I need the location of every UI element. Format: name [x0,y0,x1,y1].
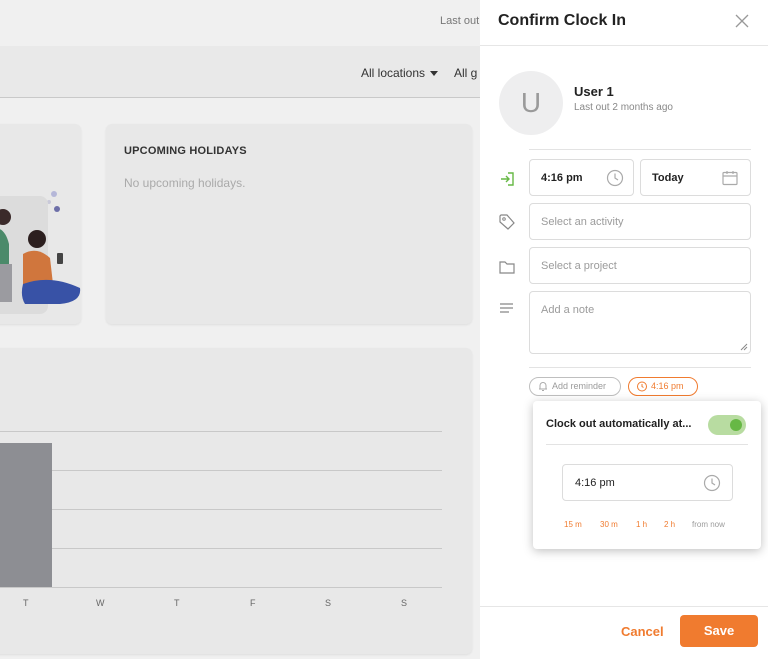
panel-header: Confirm Clock In [480,0,768,46]
toggle-knob [730,419,742,431]
background-app: Last out All locations All g UPCOMING HO… [0,0,480,659]
quick-option-30m[interactable]: 30 m [600,520,618,529]
quick-option-2h[interactable]: 2 h [664,520,675,529]
add-reminder-button[interactable]: Add reminder [529,377,621,396]
holidays-title: UPCOMING HOLIDAYS [124,145,247,157]
chart-day-label: S [401,598,408,608]
bell-icon [539,382,547,391]
project-select[interactable]: Select a project [529,247,751,284]
from-now-label: from now [692,520,725,529]
chart-gridline [0,470,442,471]
chart-gridline [0,548,442,549]
user-name: User 1 [574,84,614,99]
time-field[interactable]: 4:16 pm [529,159,634,196]
project-placeholder: Select a project [541,260,617,272]
auto-clock-out-toggle[interactable] [708,415,746,435]
clock-out-time-value: 4:16 pm [575,477,615,489]
chart-card [0,348,472,654]
auto-clock-out-popover: Clock out automatically at... 4:16 pm 15… [533,401,761,549]
lines-icon [500,303,513,313]
close-icon[interactable] [734,13,750,29]
chart-gridline [0,509,442,510]
divider [529,149,751,150]
calendar-icon [722,171,738,186]
folder-icon [499,261,515,274]
background-topbar: Last out [0,0,480,46]
chart-bar [0,443,52,587]
auto-clock-out-button[interactable]: 4:16 pm [628,377,698,396]
chart-day-label: S [325,598,332,608]
cancel-button[interactable]: Cancel [621,624,664,639]
chart-baseline [0,587,442,588]
clock-icon [606,169,624,187]
panel-footer: Cancel Save [480,606,768,659]
tag-icon [499,214,515,230]
avatar: U [499,71,563,135]
chart-day-label: W [96,598,105,608]
caret-down-icon [430,71,439,77]
people-illustration [0,191,81,314]
auto-clock-out-label: 4:16 pm [651,381,684,391]
quick-option-1h[interactable]: 1 h [636,520,647,529]
note-textarea[interactable]: Add a note [529,291,751,354]
illustration-card [0,124,81,324]
chart-day-label: T [23,598,29,608]
holidays-empty-text: No upcoming holidays. [124,176,246,190]
add-reminder-label: Add reminder [552,381,607,391]
chart-day-label: F [250,598,256,608]
filter-all-locations[interactable]: All locations [361,66,439,80]
divider [529,367,751,368]
clock-out-time-field[interactable]: 4:16 pm [562,464,733,501]
clock-icon [703,474,721,492]
user-last-out: Last out 2 months ago [574,102,673,113]
save-button[interactable]: Save [680,615,758,647]
chart-day-label: T [174,598,180,608]
quick-option-15m[interactable]: 15 m [564,520,582,529]
alarm-icon [637,381,647,392]
filter-all-groups[interactable]: All g [454,66,477,80]
date-value: Today [652,172,684,184]
divider [546,444,748,445]
background-last-out: Last out [440,15,480,27]
activity-placeholder: Select an activity [541,216,624,228]
panel-title: Confirm Clock In [498,12,627,29]
resize-handle-icon[interactable] [740,343,748,351]
date-field[interactable]: Today [640,159,751,196]
chart-gridline [0,431,442,432]
activity-select[interactable]: Select an activity [529,203,751,240]
upcoming-holidays-card: UPCOMING HOLIDAYS No upcoming holidays. [106,124,472,324]
auto-clock-out-label-text: Clock out automatically at... [546,418,692,430]
time-value: 4:16 pm [541,172,583,184]
note-placeholder: Add a note [541,304,595,316]
confirm-clock-in-panel: Confirm Clock In U User 1 Last out 2 mon… [480,0,768,659]
background-filter-bar: All locations All g [0,46,480,98]
clock-in-icon [501,172,514,186]
